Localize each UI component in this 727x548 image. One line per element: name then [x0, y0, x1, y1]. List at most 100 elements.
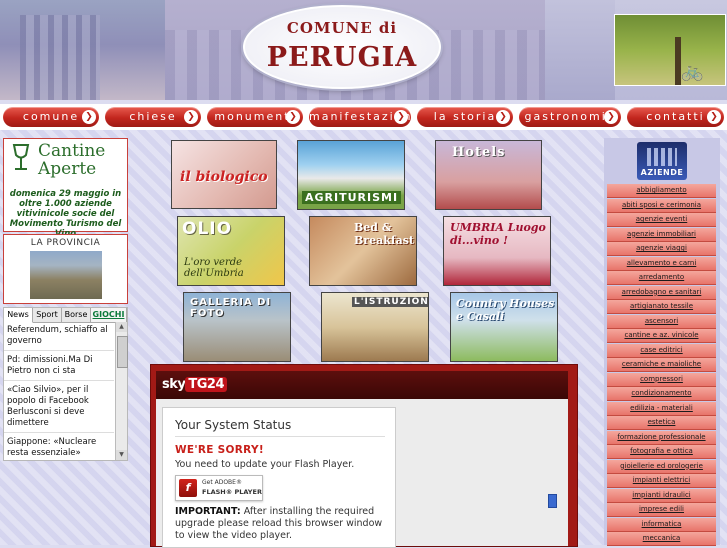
aziende-item[interactable]: arredamento [607, 271, 716, 285]
nav-contatti[interactable]: contatti ❯ [627, 107, 724, 127]
header-photo-right [545, 0, 615, 100]
important-note: IMPORTANT: After installing the required… [175, 506, 387, 542]
aziende-title: AZIENDE [640, 168, 684, 177]
nav-chiese-label: chiese [129, 110, 177, 123]
news-list: Referendum, schiaffo al governo Pd: dimi… [4, 324, 114, 460]
news-item[interactable]: Giappone: «Nucleare resta essenziale» [4, 436, 114, 460]
adobe-flash-icon: f [179, 479, 197, 497]
aziende-item[interactable]: compressori [607, 372, 716, 387]
cantine-aperte-banner[interactable]: Cantine Aperte domenica 29 maggio in olt… [3, 138, 128, 239]
cantine-title: Cantine [38, 141, 106, 161]
aziende-item[interactable]: meccanica [607, 532, 716, 546]
provincia-title: LA PROVINCIA [30, 238, 101, 248]
tile-country-houses[interactable]: Country Houses e Casali [450, 292, 558, 362]
header-photo-tree: 🚲 [614, 14, 726, 86]
nav-comune-label: comune [22, 110, 80, 123]
site-logo[interactable]: COMUNE di PERUGIA [243, 5, 441, 89]
tile-bed-and-breakfast[interactable]: Bed & Breakfast [309, 216, 417, 286]
aziende-item[interactable]: arredobagno e sanitari [607, 285, 716, 300]
tile-sublabel: L'oro verde dell'Umbria [184, 257, 244, 279]
tile-label: Bed & Breakfast [354, 221, 414, 247]
scroll-up-icon[interactable]: ▲ [116, 322, 127, 332]
nav-gastronomia[interactable]: gastronomia ❯ [519, 107, 621, 127]
tile-label: AGRITURISMI [302, 191, 402, 204]
tile-label: Country Houses e Casali [456, 297, 555, 323]
tab-news[interactable]: News [4, 308, 33, 323]
aziende-item[interactable]: abbigliamento [607, 184, 716, 198]
main-nav: comune ❯ chiese ❯ monumenti ❯ manifestazion… [0, 104, 727, 130]
aziende-item[interactable]: ceramiche e maioliche [607, 358, 716, 372]
arrow-icon: ❯ [604, 110, 618, 124]
news-item[interactable]: «Ciao Silvio», per il popolo di Facebook… [4, 384, 114, 433]
tab-borse[interactable]: Borse [62, 308, 91, 323]
nav-chiese[interactable]: chiese ❯ [105, 107, 201, 127]
arrow-icon: ❯ [394, 110, 408, 124]
get-flash-player-button[interactable]: f Get ADOBE® FLASH® PLAYER [175, 475, 263, 501]
aziende-item[interactable]: allevamento e carni [607, 256, 716, 271]
aziende-sidebar: AZIENDE abbigliamento abiti sposi e cerim… [604, 138, 720, 546]
arrow-icon: ❯ [82, 110, 96, 124]
logo-perugia-text: PERUGIA [266, 42, 418, 73]
nav-la-storia-label: la storia [433, 110, 497, 123]
aziende-item[interactable]: agenzie viaggi [607, 242, 716, 256]
nav-contatti-label: contatti [646, 110, 705, 123]
aziende-item[interactable]: imprese edili [607, 503, 716, 517]
sorry-heading: WE'RE SORRY! [175, 444, 264, 456]
aziende-header: AZIENDE [637, 142, 687, 180]
site-header: 🚲 COMUNE di PERUGIA [0, 0, 727, 100]
tile-istruzione[interactable]: L'ISTRUZIONE [321, 292, 429, 362]
divider [175, 436, 385, 437]
nav-manifestazioni[interactable]: manifestazioni ❯ [309, 107, 416, 127]
tab-sport[interactable]: Sport [33, 308, 62, 323]
aziende-icon [647, 148, 677, 166]
aziende-item[interactable]: informatica [607, 517, 716, 532]
cantine-subtitle: Aperte [38, 159, 97, 179]
nav-comune[interactable]: comune ❯ [3, 107, 99, 127]
aziende-item[interactable]: case editrici [607, 343, 716, 358]
logo-comune-text: COMUNE di [286, 19, 398, 37]
scroll-down-icon[interactable]: ▼ [116, 450, 127, 460]
la-provincia-banner[interactable]: LA PROVINCIA [3, 234, 128, 304]
scroll-thumb[interactable] [117, 336, 128, 368]
aziende-item[interactable]: ascensori [607, 314, 716, 329]
news-item[interactable]: Referendum, schiaffo al governo [4, 324, 114, 351]
aziende-item[interactable]: artigianato tessile [607, 300, 716, 314]
video-player: sky TG24 Your System Status WE'RE SORRY! … [150, 364, 578, 548]
aziende-item[interactable]: condizionamento [607, 387, 716, 401]
aziende-item[interactable]: agenzie immobiliari [607, 227, 716, 242]
provincia-photo [30, 251, 102, 299]
aziende-item[interactable]: estetica [607, 416, 716, 430]
aziende-item[interactable]: gioiellerie ed orologerie [607, 459, 716, 474]
cantine-description: domenica 29 maggio in oltre 1.000 aziend… [9, 189, 122, 239]
wine-glass-icon [12, 144, 30, 170]
news-tabs: News Sport Borse GIOCHI [4, 308, 127, 323]
player-scroll-marker[interactable] [548, 494, 557, 508]
nav-la-storia[interactable]: la storia ❯ [417, 107, 513, 127]
aziende-item[interactable]: formazione professionale [607, 430, 716, 445]
arrow-icon: ❯ [184, 110, 198, 124]
tile-olio[interactable]: OLIO L'oro verde dell'Umbria [177, 216, 285, 286]
aziende-item[interactable]: agenzie eventi [607, 213, 716, 227]
tile-galleria-foto[interactable]: GALLERIA DI FOTO [183, 292, 291, 362]
tile-umbria-vino[interactable]: UMBRIA Luogo di...vino ! [443, 216, 551, 286]
aziende-item[interactable]: impianti elettrici [607, 474, 716, 488]
aziende-item[interactable]: impianti idraulici [607, 488, 716, 503]
tile-label: Hotels [452, 145, 506, 160]
system-status-panel: Your System Status WE'RE SORRY! You need… [162, 407, 396, 548]
aziende-item[interactable]: edilizia - materiali [607, 401, 716, 416]
tile-il-biologico[interactable]: il biologico [171, 140, 277, 209]
tile-agriturismi[interactable]: AGRITURISMI [297, 140, 405, 210]
arrow-icon: ❯ [707, 110, 721, 124]
flash-update-message: You need to update your Flash Player. [175, 459, 355, 470]
news-scrollbar[interactable]: ▲ ▼ [115, 322, 128, 460]
aziende-item[interactable]: fotografia e ottica [607, 445, 716, 459]
news-widget: News Sport Borse GIOCHI Referendum, schi… [3, 307, 128, 461]
tile-label: il biologico [180, 169, 268, 185]
arrow-icon: ❯ [496, 110, 510, 124]
news-item[interactable]: Pd: dimissioni.Ma Di Pietro non ci sta [4, 354, 114, 381]
nav-monumenti[interactable]: monumenti ❯ [207, 107, 303, 127]
tile-hotels[interactable]: Hotels [435, 140, 542, 210]
tab-giochi[interactable]: GIOCHI [91, 308, 127, 323]
aziende-item[interactable]: cantine e az. vinicole [607, 329, 716, 343]
aziende-item[interactable]: abiti sposi e cerimonia [607, 198, 716, 213]
